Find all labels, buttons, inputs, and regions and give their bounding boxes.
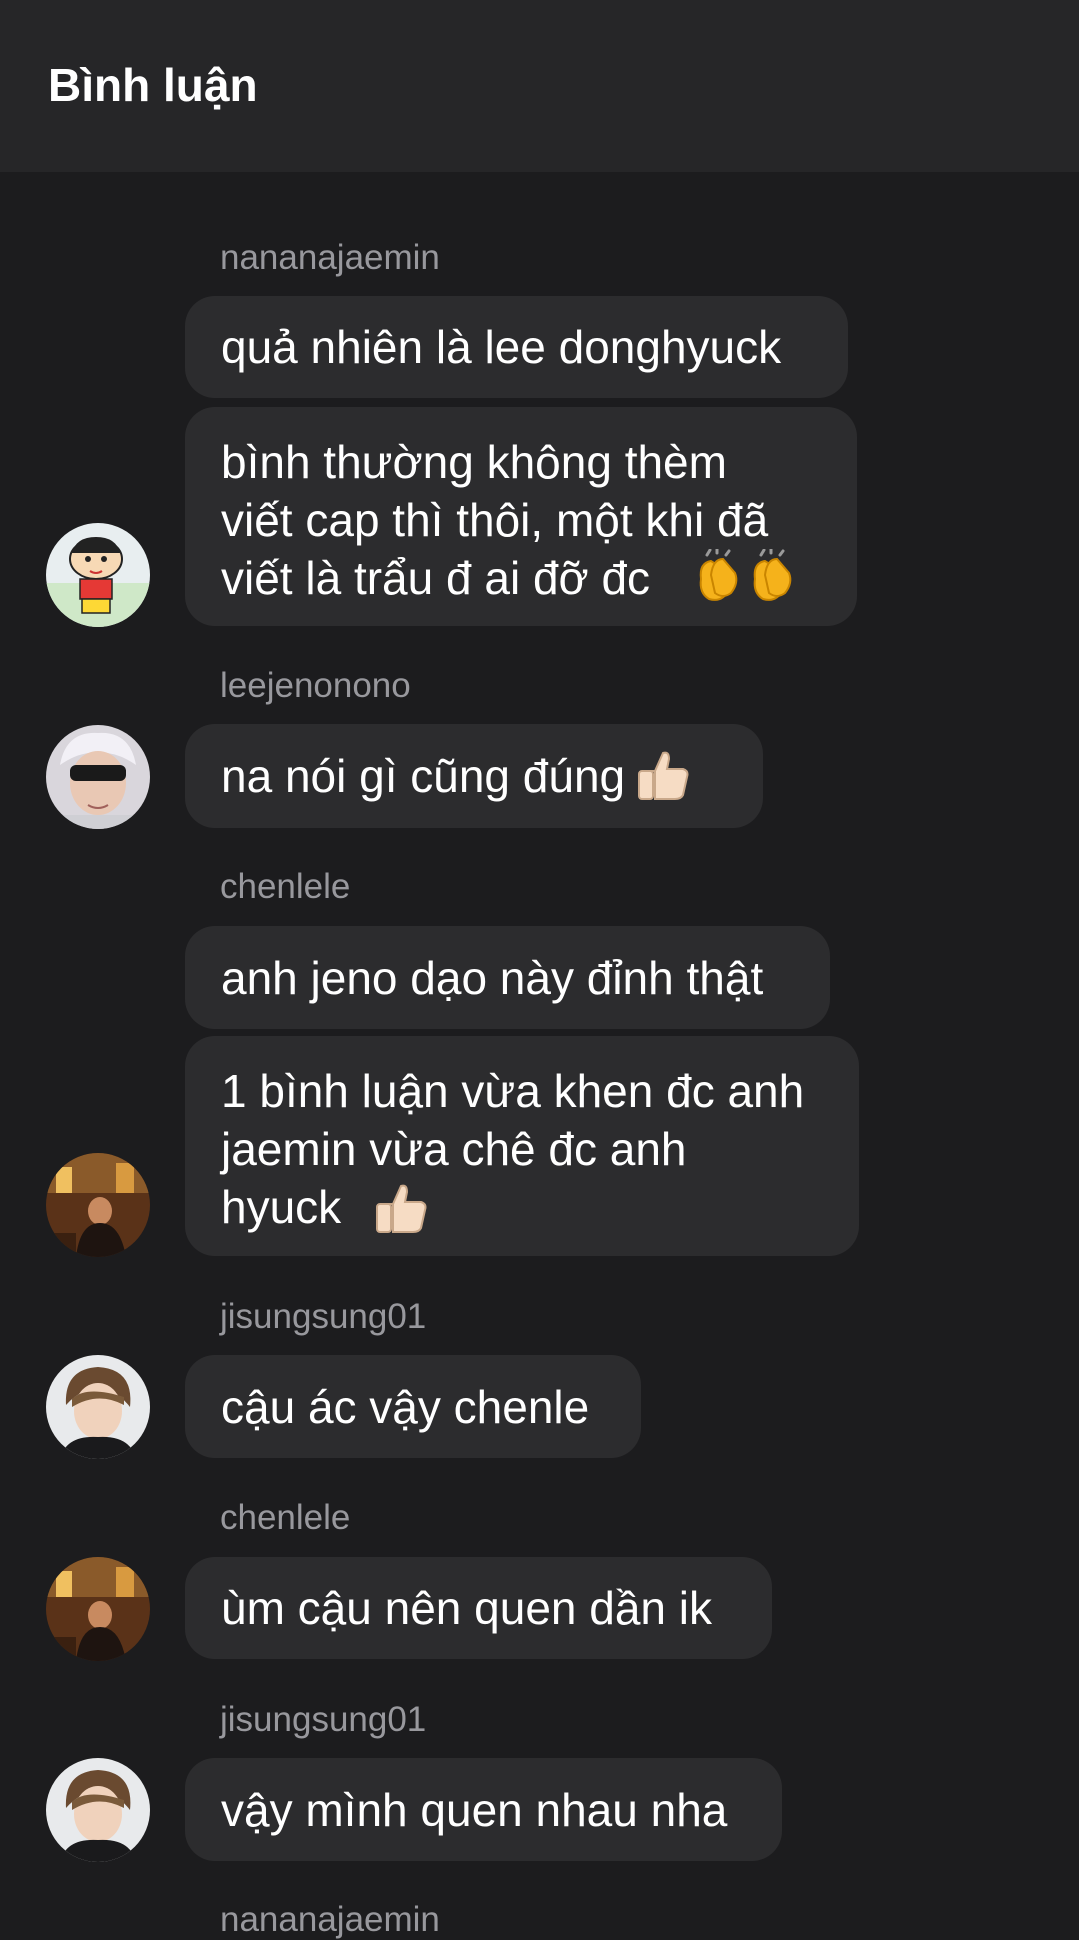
comment-username[interactable]: nananajaemin [220, 238, 440, 278]
warm-room-photo-avatar [46, 1557, 150, 1661]
user-avatar[interactable] [46, 1758, 150, 1862]
comment-text: bình thường không thèm viết cap thì thôi… [221, 436, 769, 604]
portrait-photo-avatar [46, 1758, 150, 1862]
cartoon-boy-avatar [46, 523, 150, 627]
comment-text: vậy mình quen nhau nha [221, 1783, 728, 1836]
user-avatar[interactable] [46, 1153, 150, 1257]
header-bar: Bình luận [0, 0, 1079, 172]
comment-bubble[interactable]: bình thường không thèm viết cap thì thôi… [185, 407, 857, 626]
comment-username[interactable]: jisungsung01 [220, 1700, 426, 1740]
comment-bubble[interactable]: cậu ác vậy chenle [185, 1355, 641, 1458]
portrait-photo-avatar [46, 1355, 150, 1459]
comment-bubble[interactable]: 1 bình luận vừa khen đc anh jaemin vừa c… [185, 1036, 859, 1256]
user-avatar[interactable] [46, 523, 150, 627]
masked-face-avatar [46, 725, 150, 829]
comment-text: ùm cậu nên quen dần ik [221, 1582, 713, 1634]
user-avatar[interactable] [46, 725, 150, 829]
thumbs-up-icon [633, 745, 691, 808]
page-title: Bình luận [48, 59, 258, 111]
comment-text: cậu ác vậy chenle [221, 1380, 590, 1433]
user-avatar[interactable] [46, 1557, 150, 1661]
comment-bubble[interactable]: quả nhiên là lee donghyuck [185, 296, 848, 398]
thumbs-up-icon [371, 1178, 429, 1241]
comment-bubble[interactable]: ùm cậu nên quen dần ik [185, 1557, 772, 1659]
comment-text: na nói gì cũng đúng [221, 750, 626, 802]
comment-bubble[interactable]: anh jeno dạo này đỉnh thật [185, 926, 830, 1029]
comment-username[interactable]: jisungsung01 [220, 1297, 426, 1337]
comment-username[interactable]: leejenonono [220, 666, 411, 706]
user-avatar[interactable] [46, 1355, 150, 1459]
comment-text: quả nhiên là lee donghyuck [221, 321, 782, 373]
comment-bubble[interactable]: na nói gì cũng đúng [185, 724, 763, 828]
comment-username[interactable]: chenlele [220, 1498, 350, 1538]
comment-bubble[interactable]: vậy mình quen nhau nha [185, 1758, 782, 1861]
comment-username-partial[interactable]: nananajaemin [220, 1900, 440, 1940]
comment-text: anh jeno dạo này đỉnh thật [221, 951, 764, 1004]
comment-text: 1 bình luận vừa khen đc anh jaemin vừa c… [221, 1065, 805, 1233]
comment-username[interactable]: chenlele [220, 867, 350, 907]
warm-room-photo-avatar [46, 1153, 150, 1257]
clapping-hands-icon [693, 547, 811, 610]
